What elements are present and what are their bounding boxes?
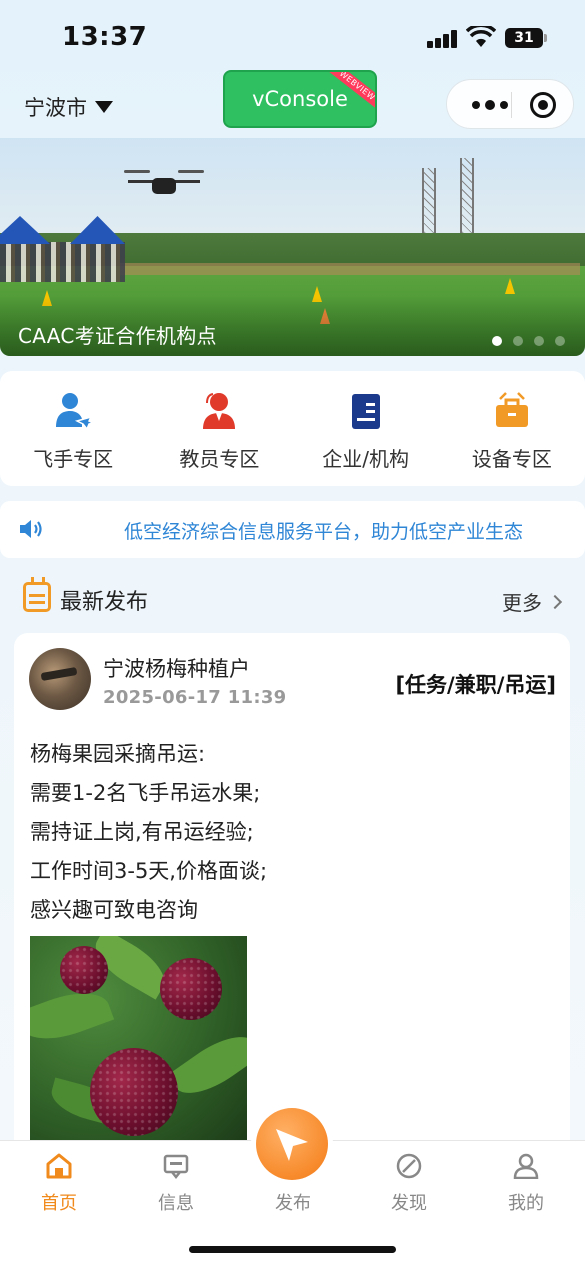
tab-label: 信息 bbox=[158, 1193, 194, 1214]
vconsole-label: vConsole bbox=[252, 87, 348, 111]
post-author: 宁波杨梅种植户 bbox=[103, 657, 250, 681]
post-line: 感兴趣可致电咨询 bbox=[30, 898, 198, 922]
more-menu-icon[interactable] bbox=[465, 93, 515, 117]
quick-entry-grid: 飞手专区 教员专区 企业/机构 设备专区 bbox=[0, 371, 585, 486]
city-selector[interactable]: 宁波市 bbox=[24, 92, 113, 122]
notice-bar[interactable]: 低空经济综合信息服务平台，助力低空产业生态 bbox=[0, 501, 585, 558]
more-label: 更多 bbox=[502, 591, 542, 615]
status-bar: 13:37 31 bbox=[0, 0, 585, 70]
more-link[interactable]: 更多 bbox=[502, 587, 563, 616]
publish-icon bbox=[276, 1129, 308, 1161]
banner-carousel[interactable]: CAAC考证合作机构点 bbox=[0, 138, 585, 356]
tab-label: 我的 bbox=[508, 1193, 544, 1214]
post-line: 需要1-2名飞手吊运水果; bbox=[30, 781, 261, 805]
quick-entry-label: 企业/机构 bbox=[322, 447, 409, 471]
banner-caption: CAAC考证合作机构点 bbox=[18, 324, 217, 348]
post-line: 杨梅果园采摘吊运: bbox=[30, 742, 206, 766]
post-image[interactable] bbox=[30, 936, 247, 1141]
quick-entry-label: 飞手专区 bbox=[33, 447, 114, 471]
tab-label: 发现 bbox=[391, 1193, 427, 1214]
calendar-icon bbox=[23, 577, 51, 612]
author-avatar[interactable] bbox=[29, 648, 91, 710]
post-line: 需持证上岗,有吊运经验; bbox=[30, 820, 254, 844]
post-time: 2025-06-17 11:39 bbox=[103, 687, 287, 708]
battery-icon: 31 bbox=[505, 28, 547, 48]
instructor-icon bbox=[203, 393, 236, 429]
quick-entry-company[interactable]: 企业/机构 bbox=[293, 371, 439, 486]
quick-entry-pilot[interactable]: 飞手专区 bbox=[0, 371, 146, 486]
carousel-dot[interactable] bbox=[492, 336, 502, 346]
caret-down-icon bbox=[95, 101, 113, 113]
post-line: 工作时间3-5天,价格面谈; bbox=[30, 859, 268, 883]
profile-icon bbox=[513, 1153, 539, 1180]
app-screen: 13:37 31 宁波市 vConsole WEBVIEW CAAC考证合作机构… bbox=[0, 0, 585, 1266]
quick-entry-label: 教员专区 bbox=[179, 447, 260, 471]
home-indicator bbox=[189, 1246, 396, 1253]
capsule-divider bbox=[511, 92, 512, 118]
carousel-dot[interactable] bbox=[534, 336, 544, 346]
home-icon bbox=[46, 1153, 72, 1179]
quick-entry-label: 设备专区 bbox=[471, 447, 552, 471]
tab-label: 首页 bbox=[41, 1193, 77, 1214]
carousel-indicator bbox=[492, 336, 565, 346]
quick-entry-instructor[interactable]: 教员专区 bbox=[146, 371, 292, 486]
tab-home[interactable]: 首页 bbox=[14, 1153, 104, 1215]
tab-label: 发布 bbox=[275, 1193, 311, 1214]
discover-icon bbox=[396, 1153, 422, 1179]
publish-button[interactable] bbox=[256, 1108, 328, 1180]
wifi-icon bbox=[466, 26, 496, 47]
miniprogram-capsule bbox=[446, 79, 574, 129]
drone-image bbox=[124, 166, 204, 200]
city-label: 宁波市 bbox=[24, 96, 87, 120]
tab-messages[interactable]: 信息 bbox=[131, 1153, 221, 1215]
section-title: 最新发布 bbox=[60, 590, 149, 615]
post-category-tag: [任务/兼职/吊运] bbox=[395, 673, 556, 697]
post-content: 杨梅果园采摘吊运: 需要1-2名飞手吊运水果; 需持证上岗,有吊运经验; 工作时… bbox=[30, 735, 550, 930]
close-miniprogram-icon[interactable] bbox=[530, 92, 556, 118]
vconsole-button[interactable]: vConsole WEBVIEW bbox=[223, 70, 377, 128]
latest-section-header: 最新发布 更多 bbox=[0, 572, 585, 624]
message-icon bbox=[163, 1154, 189, 1180]
tab-discover[interactable]: 发现 bbox=[364, 1153, 454, 1215]
tab-profile[interactable]: 我的 bbox=[481, 1153, 571, 1215]
tab-publish[interactable]: 发布 bbox=[248, 1183, 338, 1215]
chevron-right-icon bbox=[547, 594, 563, 609]
signal-icon bbox=[427, 30, 459, 48]
quick-entry-equipment[interactable]: 设备专区 bbox=[439, 371, 585, 486]
company-icon bbox=[351, 394, 380, 429]
equipment-icon bbox=[495, 392, 528, 427]
speaker-icon bbox=[20, 520, 42, 538]
notice-text: 低空经济综合信息服务平台，助力低空产业生态 bbox=[124, 521, 524, 543]
pilot-icon bbox=[56, 393, 94, 431]
status-time: 13:37 bbox=[62, 22, 148, 52]
carousel-dot[interactable] bbox=[555, 336, 565, 346]
carousel-dot[interactable] bbox=[513, 336, 523, 346]
